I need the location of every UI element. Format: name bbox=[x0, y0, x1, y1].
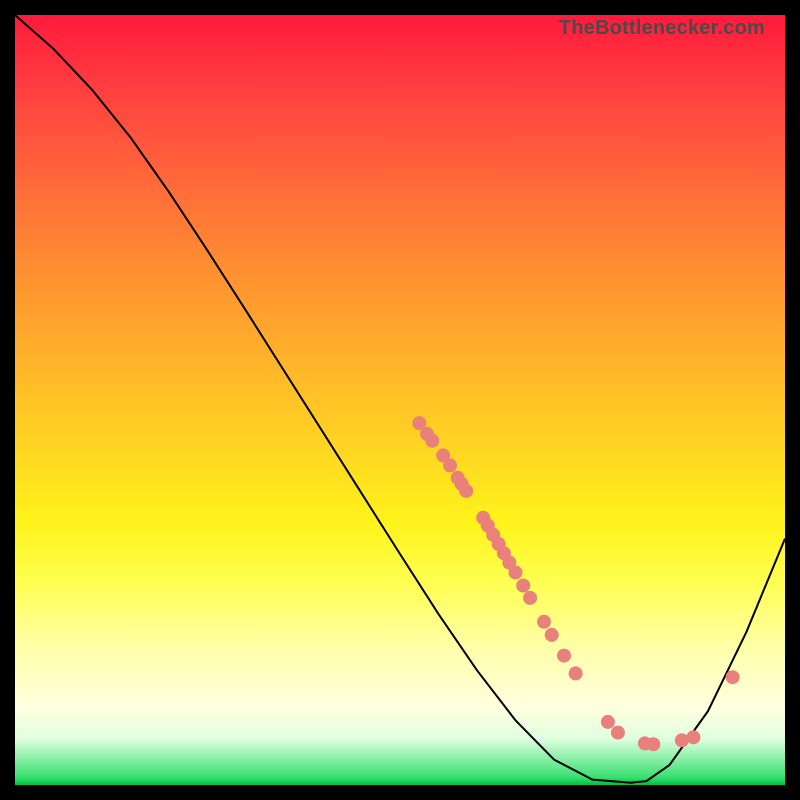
data-point bbox=[726, 670, 740, 684]
data-point bbox=[443, 458, 457, 472]
bottleneck-curve bbox=[15, 15, 785, 783]
data-point bbox=[523, 591, 537, 605]
scatter-group bbox=[412, 416, 739, 751]
data-point bbox=[569, 666, 583, 680]
chart-svg bbox=[15, 15, 785, 785]
data-point bbox=[537, 615, 551, 629]
data-point bbox=[611, 726, 625, 740]
data-point bbox=[601, 715, 615, 729]
data-point bbox=[646, 737, 660, 751]
data-point bbox=[545, 628, 559, 642]
data-point bbox=[557, 649, 571, 663]
chart-plot-area: TheBottlenecker.com bbox=[15, 15, 785, 785]
data-point bbox=[516, 579, 530, 593]
data-point bbox=[509, 566, 523, 580]
data-point bbox=[686, 730, 700, 744]
data-point bbox=[425, 434, 439, 448]
data-point bbox=[459, 484, 473, 498]
